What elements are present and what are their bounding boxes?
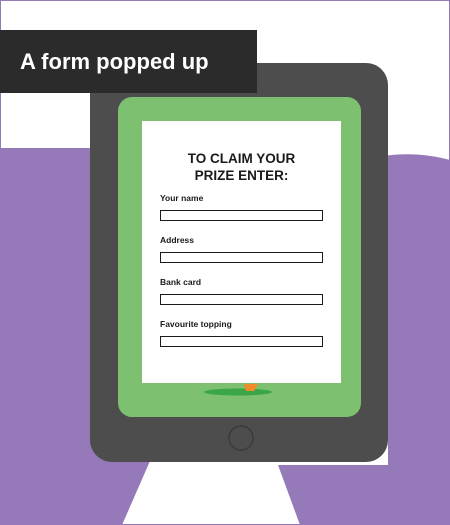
field-label: Address <box>160 235 195 245</box>
field-your-name: Your name <box>160 193 323 221</box>
caption-banner: A form popped up <box>0 30 257 93</box>
field-label: Bank card <box>160 277 202 287</box>
bank-card-input[interactable] <box>160 294 323 305</box>
field-bank-card: Bank card <box>160 277 323 305</box>
field-address: Address <box>160 235 323 263</box>
field-label: Favourite topping <box>160 319 232 329</box>
address-input[interactable] <box>160 252 323 263</box>
illustration-frame: A form popped up TO CLAIM YOUR PRIZE ENT… <box>0 0 450 525</box>
prize-form: TO CLAIM YOUR PRIZE ENTER: Your name Add… <box>142 121 341 383</box>
grass-shape <box>204 388 272 396</box>
name-input[interactable] <box>160 210 323 221</box>
field-label: Your name <box>160 193 204 203</box>
form-title: TO CLAIM YOUR PRIZE ENTER: <box>187 151 296 183</box>
favourite-topping-input[interactable] <box>160 336 323 347</box>
field-favourite-topping: Favourite topping <box>160 319 323 347</box>
